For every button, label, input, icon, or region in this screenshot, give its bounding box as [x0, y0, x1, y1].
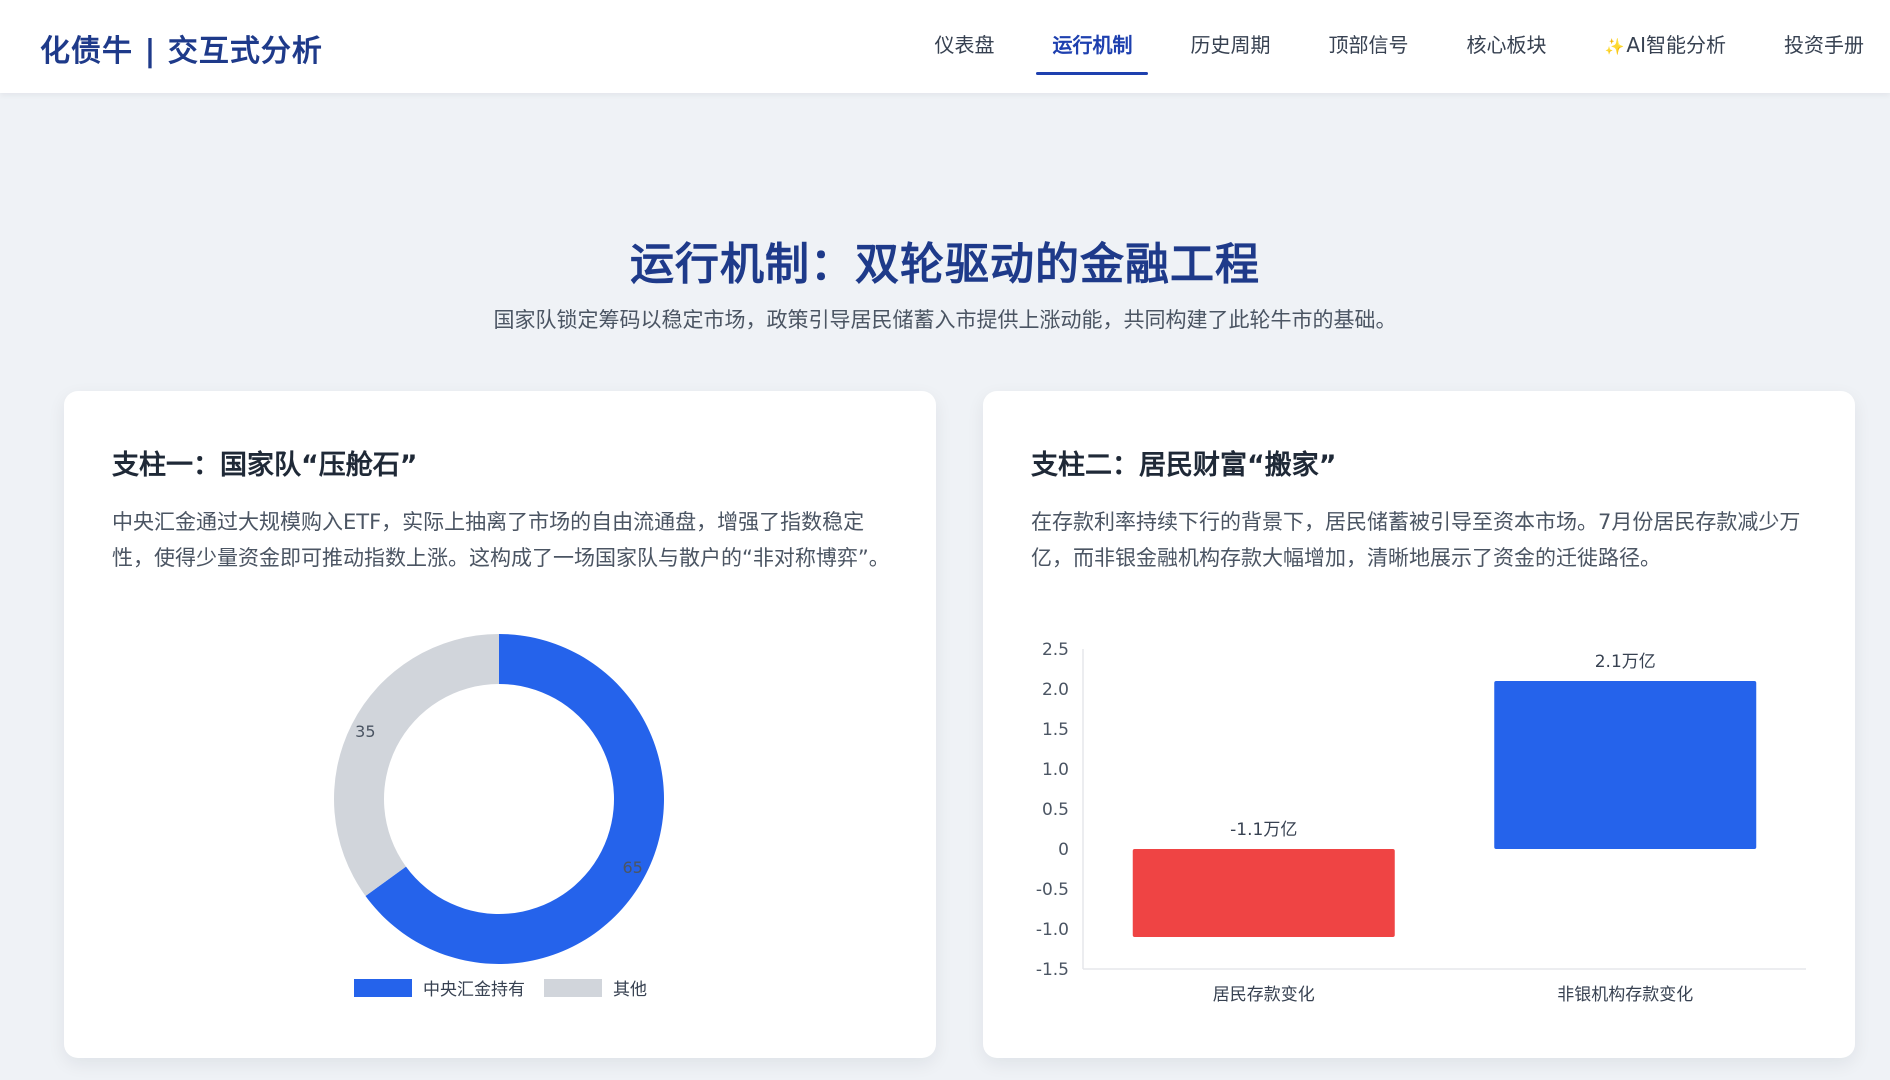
y-tick-label: 0 [1058, 840, 1069, 860]
y-tick-label: 1.5 [1042, 720, 1069, 740]
legend-swatch [544, 979, 602, 997]
y-tick-label: -0.5 [1036, 880, 1069, 900]
doughnut-slice-1[interactable] [334, 634, 499, 896]
legend-label: 中央汇金持有 [423, 980, 525, 1000]
nav-item-5[interactable]: ✨ AI智能分析 [1604, 0, 1726, 93]
page-title: 运行机制：双轮驱动的金融工程 [630, 239, 1260, 290]
bar-data-label: 2.1万亿 [1595, 652, 1656, 672]
doughnut-value-label: 65 [622, 858, 642, 877]
bar-0[interactable] [1132, 849, 1395, 937]
y-tick-label: 2.5 [1042, 640, 1069, 660]
y-tick-label: 0.5 [1042, 800, 1069, 820]
doughnut-value-label: 35 [355, 722, 375, 741]
nav-item-4[interactable]: 核心板块 [1466, 0, 1546, 93]
x-category-label: 居民存款变化 [1213, 985, 1315, 1005]
legend-swatch [354, 979, 412, 997]
main-nav: 仪表盘 运行机制 历史周期 顶部信号 核心板块 ✨ AI智能分析 投资手册 [876, 0, 1864, 93]
nav-item-6[interactable]: 投资手册 [1784, 0, 1864, 93]
nav-item-label: AI智能分析 [1626, 33, 1726, 57]
sparkle-icon: ✨ [1604, 37, 1625, 56]
x-category-label: 非银机构存款变化 [1557, 985, 1693, 1005]
legend-label: 其他 [613, 980, 647, 1000]
holdings-doughnut-chart[interactable]: 65 35 中央汇金持有 其他 [64, 391, 936, 1058]
bar-data-label: -1.1万亿 [1230, 820, 1297, 840]
pillar-two-card: 支柱二：居民财富“搬家” 在存款利率持续下行的背景下，居民储蓄被引导至资本市场。… [983, 391, 1855, 1058]
brand-logo[interactable]: 化债牛 | 交互式分析 [40, 26, 323, 70]
deposit-change-bar-chart[interactable]: 2.5 2.0 1.5 1.0 0.5 0 -0.5 -1.0 -1.5 -1.1万亿居民存款变化… [983, 391, 1855, 1058]
nav-item-1[interactable]: 运行机制 [1036, 0, 1149, 93]
top-nav-bar: 化债牛 | 交互式分析 仪表盘 运行机制 历史周期 顶部信号 核心板块 ✨ AI智能分析 投资… [0, 0, 1890, 93]
nav-item-label: 投资手册 [1784, 33, 1864, 57]
nav-item-label: 仪表盘 [934, 33, 995, 57]
y-tick-label: -1.5 [1036, 960, 1069, 980]
y-tick-label: -1.0 [1036, 920, 1069, 940]
y-tick-label: 1.0 [1042, 760, 1069, 780]
nav-item-label: 运行机制 [1052, 33, 1133, 57]
pillar-one-card: 支柱一：国家队“压舱石” 中央汇金通过大规模购入ETF，实际上抽离了市场的自由流… [64, 391, 936, 1058]
bar-1[interactable] [1494, 681, 1757, 849]
nav-item-0[interactable]: 仪表盘 [934, 0, 994, 93]
nav-item-label: 历史周期 [1190, 33, 1271, 57]
page-subtitle: 国家队锁定筹码以稳定市场，政策引导居民储蓄入市提供上涨动能，共同构建了此轮牛市的… [493, 308, 1397, 332]
nav-item-2[interactable]: 历史周期 [1190, 0, 1270, 93]
nav-item-3[interactable]: 顶部信号 [1328, 0, 1408, 93]
y-tick-label: 2.0 [1042, 680, 1069, 700]
nav-item-label: 核心板块 [1466, 33, 1547, 57]
nav-item-label: 顶部信号 [1328, 33, 1409, 57]
